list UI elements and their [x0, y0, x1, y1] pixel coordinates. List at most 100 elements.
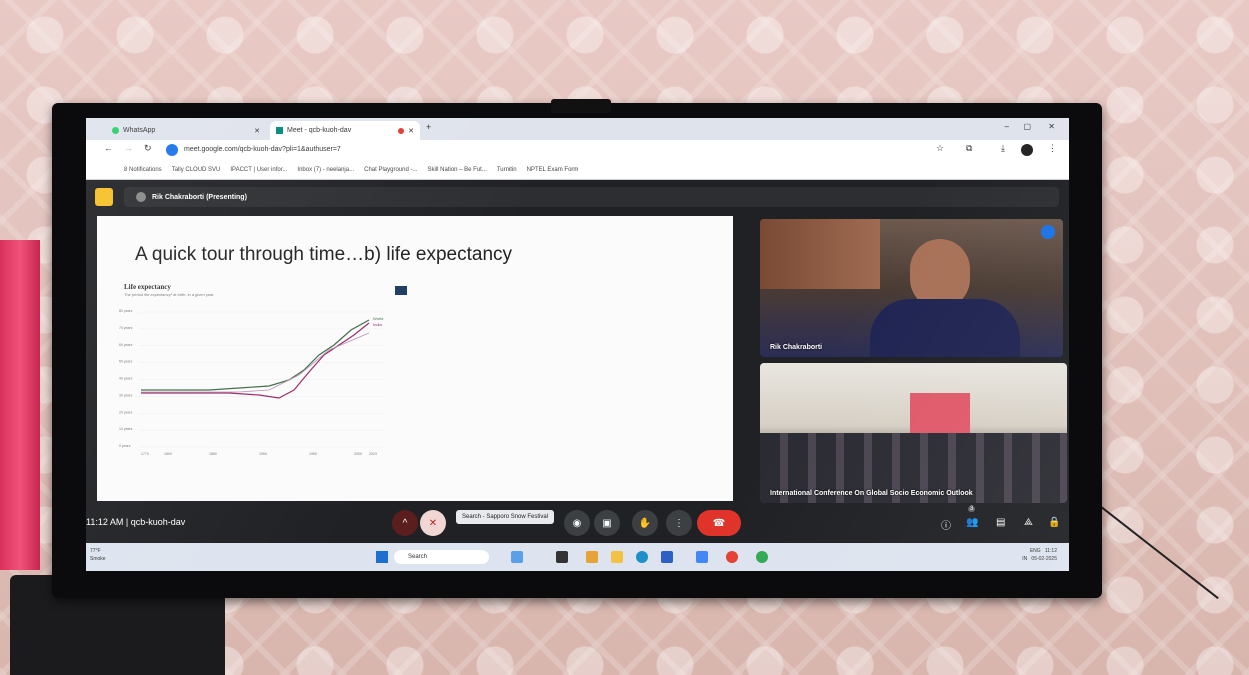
life-expectancy-chart: 80 years 70 years 60 years 50 years 40 years…: [119, 309, 384, 456]
system-tray[interactable]: ENG 11:12 IN 05-02-2025: [1022, 547, 1057, 563]
present-button[interactable]: ▣: [594, 510, 620, 536]
shared-slide: A quick tour through time…b) life expect…: [97, 216, 733, 501]
new-tab-icon[interactable]: +: [426, 122, 431, 132]
bookmark-item[interactable]: Skill Nation – Be Fut...: [427, 167, 486, 173]
address-bar: ← → ↻ meet.google.com/qcb-kuoh-dav?pli=1…: [86, 140, 1069, 160]
recording-icon: [398, 127, 405, 134]
bookmark-item[interactable]: Chat Playground -...: [364, 167, 417, 173]
weather-widget[interactable]: 77°F Smoke: [90, 547, 106, 563]
y-tick-label: 30 years: [119, 393, 133, 397]
bookmark-item[interactable]: NPTEL Exam Form: [527, 167, 579, 173]
profile-avatar[interactable]: [1021, 144, 1033, 156]
url-field[interactable]: meet.google.com/qcb-kuoh-dav?pli=1&authu…: [184, 144, 924, 156]
x-tick-label: 1800: [164, 452, 172, 456]
store-icon[interactable]: [661, 551, 673, 563]
meeting-time: 11:12 AM: [86, 517, 124, 527]
presenter-label: Rik Chakraborti (Presenting): [152, 193, 247, 201]
bookshelf: [760, 219, 880, 289]
activities-icon[interactable]: ⟁: [1024, 517, 1033, 528]
bookmarks-bar: 8 Notifications Tally CLOUD SVU IPACCT |…: [86, 160, 1069, 180]
site-info-icon[interactable]: [166, 144, 178, 156]
x-tick-label: 2023: [369, 452, 377, 456]
present-icon[interactable]: [95, 188, 113, 206]
meeting-info: 11:12 AM | qcb-kuoh-dav: [86, 517, 186, 527]
person-body: [870, 299, 1020, 357]
download-icon[interactable]: ⤓: [1001, 143, 1005, 154]
maximize-icon[interactable]: ▢: [1023, 122, 1031, 131]
y-tick-label: 0 years: [119, 444, 131, 448]
close-icon[interactable]: ✕: [408, 127, 414, 135]
tooltip: Search - Sapporo Snow Festival: [456, 510, 555, 524]
chat-icon[interactable]: ▤: [996, 517, 1005, 528]
reload-icon[interactable]: ↻: [144, 143, 152, 154]
language-label: ENG: [1029, 548, 1041, 554]
taskbar-search[interactable]: Search: [394, 550, 489, 564]
participant-tile-conference[interactable]: International Conference On Global Socio…: [760, 363, 1067, 503]
weather-temp: 77°F: [90, 548, 101, 554]
star-icon[interactable]: ☆: [936, 143, 944, 154]
y-tick-label: 60 years: [119, 343, 133, 347]
y-tick-label: 70 years: [119, 326, 133, 330]
x-tick-label: 1770: [141, 452, 149, 456]
leave-call-button[interactable]: ☎: [697, 510, 741, 536]
taskbar-app-icon[interactable]: [586, 551, 598, 563]
tab-meet[interactable]: Meet - qcb-kuoh-dav ✕: [270, 121, 420, 140]
raise-hand-button[interactable]: ✋: [632, 510, 658, 536]
host-controls-icon[interactable]: 🔒: [1048, 517, 1060, 528]
taskbar-app-icon[interactable]: [556, 551, 568, 563]
pink-curtain: [0, 240, 40, 570]
browser-tab-bar: WhatsApp ✕ Meet - qcb-kuoh-dav ✕ + – ▢ ✕: [86, 118, 1069, 140]
chart-title: Life expectancy: [124, 283, 171, 291]
meet-icon: [276, 127, 283, 134]
participant-name: Rik Chakraborti: [770, 344, 823, 351]
mic-off-button[interactable]: ✕: [420, 510, 446, 536]
clock-date: 05-02-2025: [1031, 556, 1057, 562]
webcam: [551, 99, 611, 113]
start-icon[interactable]: [376, 551, 388, 563]
back-icon[interactable]: ←: [104, 143, 113, 153]
series-label-world: World: [373, 316, 383, 321]
x-tick-label: 1900: [259, 452, 267, 456]
whatsapp-icon: [112, 127, 119, 134]
edge-icon[interactable]: [636, 551, 648, 563]
info-icon[interactable]: ⓘ: [941, 517, 951, 532]
bookmark-item[interactable]: Inbox (7) - neelanja...: [297, 167, 354, 173]
taskbar-app-icon[interactable]: [511, 551, 523, 563]
presenting-banner: Rik Chakraborti (Presenting): [124, 187, 1059, 207]
meet-header: Rik Chakraborti (Presenting): [86, 180, 1069, 215]
chart-subtitle: The period life expectancy¹ at birth, in…: [124, 292, 215, 297]
bookmark-item[interactable]: IPACCT | User infor...: [230, 167, 287, 173]
tv-screen: WhatsApp ✕ Meet - qcb-kuoh-dav ✕ + – ▢ ✕…: [86, 118, 1069, 571]
minimize-icon[interactable]: –: [1005, 122, 1009, 131]
forward-icon[interactable]: →: [124, 143, 133, 153]
bookmark-item[interactable]: 8 Notifications: [124, 167, 162, 173]
y-tick-label: 10 years: [119, 427, 133, 431]
clock-time: 11:12: [1044, 548, 1057, 554]
participant-tile-rik[interactable]: Rik Chakraborti: [760, 219, 1063, 357]
more-options-button[interactable]: ⋮: [666, 510, 692, 536]
meet-controls-bar: 11:12 AM | qcb-kuoh-dav ^ ✕ Search - Sap…: [86, 505, 1069, 543]
x-tick-label: 2000: [354, 452, 362, 456]
slide-title: A quick tour through time…b) life expect…: [135, 244, 513, 265]
file-explorer-icon[interactable]: [611, 551, 623, 563]
taskbar-app-icon[interactable]: [696, 551, 708, 563]
y-tick-label: 40 years: [119, 377, 133, 381]
close-icon[interactable]: ✕: [254, 127, 260, 135]
participant-name: International Conference On Global Socio…: [770, 490, 973, 497]
menu-icon[interactable]: ⋮: [1048, 143, 1057, 154]
extensions-icon[interactable]: ⧉: [966, 143, 972, 154]
bookmark-item[interactable]: Tally CLOUD SVU: [172, 167, 221, 173]
owid-logo: [395, 286, 407, 295]
region-label: IN: [1022, 556, 1028, 562]
camera-button[interactable]: ◉: [564, 510, 590, 536]
y-tick-label: 50 years: [119, 360, 133, 364]
chrome-icon[interactable]: [756, 551, 768, 563]
participant-count: 3: [968, 506, 976, 512]
mic-options-button[interactable]: ^: [392, 510, 418, 536]
tab-whatsapp[interactable]: WhatsApp ✕: [106, 121, 266, 140]
bookmark-item[interactable]: Turnitin: [497, 167, 517, 173]
close-window-icon[interactable]: ✕: [1048, 122, 1055, 131]
avatar: [136, 192, 146, 202]
people-icon[interactable]: 👥: [966, 517, 978, 528]
chrome-icon[interactable]: [726, 551, 738, 563]
